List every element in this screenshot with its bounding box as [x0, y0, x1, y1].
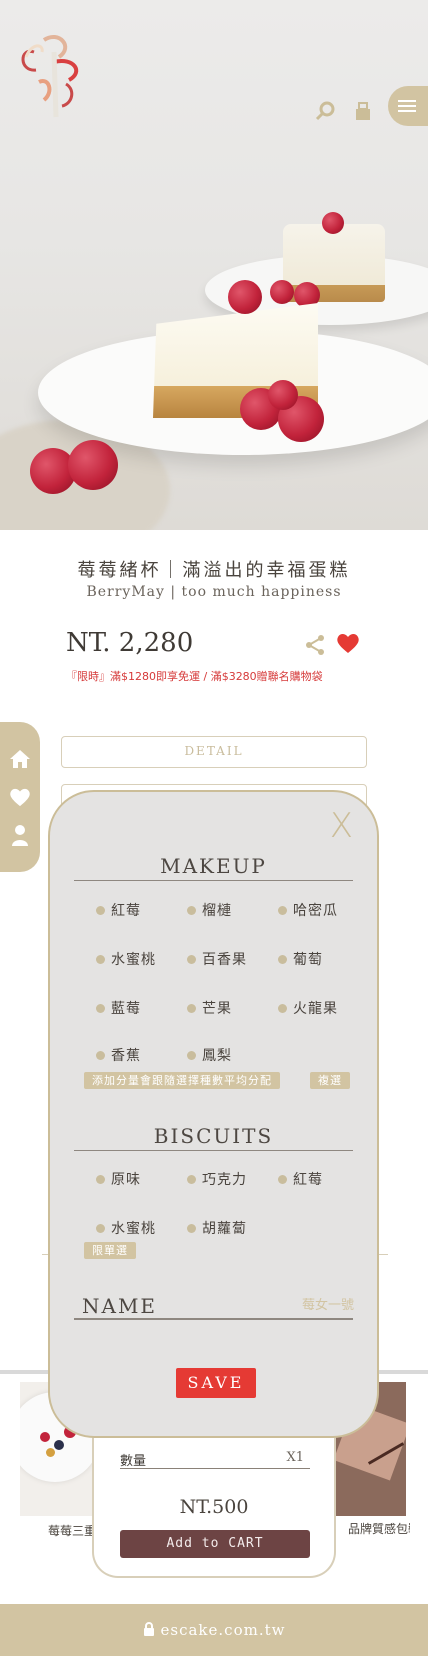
- radio-dot[interactable]: [278, 1174, 287, 1184]
- name-label: NAME: [82, 1294, 158, 1318]
- biscuit-option[interactable]: 水蜜桃: [96, 1218, 156, 1238]
- share-icon[interactable]: [304, 634, 326, 656]
- user-icon[interactable]: [9, 824, 31, 846]
- name-input[interactable]: [170, 1298, 354, 1313]
- name-underline: [74, 1318, 353, 1320]
- biscuit-option[interactable]: 胡蘿蔔: [187, 1218, 247, 1238]
- radio-dot[interactable]: [187, 954, 196, 964]
- raspberry: [322, 212, 344, 234]
- hamburger-menu-icon[interactable]: [388, 86, 428, 126]
- quantity-underline: [120, 1468, 310, 1469]
- radio-dot[interactable]: [96, 1174, 105, 1184]
- radio-dot[interactable]: [96, 1003, 105, 1013]
- quantity-label: 數量: [120, 1454, 147, 1469]
- radio-dot[interactable]: [96, 905, 105, 915]
- raspberry: [268, 380, 298, 410]
- makeup-option[interactable]: 哈密瓜: [278, 900, 338, 920]
- radio-dot[interactable]: [278, 905, 287, 915]
- makeup-option[interactable]: 香蕉: [96, 1045, 141, 1065]
- related-product-label[interactable]: 品牌質感包裝: [348, 1520, 410, 1537]
- detail-button[interactable]: DETAIL: [61, 736, 367, 768]
- raspberry: [270, 280, 294, 304]
- biscuit-option[interactable]: 巧克力: [187, 1169, 247, 1189]
- related-product-label[interactable]: 莓莓三重奏: [48, 1522, 92, 1539]
- product-title-zh: 莓莓緒杯｜滿溢出的幸福蛋糕: [77, 560, 351, 581]
- biscuit-option[interactable]: 原味: [96, 1169, 141, 1189]
- footer: escake.com.tw: [0, 1604, 428, 1656]
- save-button[interactable]: SAVE: [176, 1368, 256, 1398]
- radio-dot[interactable]: [187, 1174, 196, 1184]
- radio-dot[interactable]: [96, 1223, 105, 1233]
- makeup-option[interactable]: 水蜜桃: [96, 949, 156, 969]
- single-select-badge: 限單選: [84, 1242, 136, 1259]
- footer-url[interactable]: escake.com.tw: [161, 1621, 286, 1639]
- makeup-option[interactable]: 鳳梨: [187, 1045, 232, 1065]
- radio-dot[interactable]: [187, 1003, 196, 1013]
- radio-dot[interactable]: [96, 1050, 105, 1060]
- radio-dot[interactable]: [187, 905, 196, 915]
- multi-select-badge: 複選: [310, 1072, 350, 1089]
- makeup-option[interactable]: 藍莓: [96, 998, 141, 1018]
- makeup-option[interactable]: 芒果: [187, 998, 232, 1018]
- promo-text: 『限時』滿$1280即享免運 / 滿$3280贈聯名購物袋: [66, 670, 323, 683]
- makeup-note-badge: 添加分量會跟隨選擇種數平均分配: [84, 1072, 280, 1089]
- quantity-value[interactable]: X1: [286, 1450, 304, 1465]
- makeup-option[interactable]: 火龍果: [278, 998, 338, 1018]
- makeup-option[interactable]: 紅莓: [96, 900, 141, 920]
- makeup-option[interactable]: 榴槤: [187, 900, 232, 920]
- favorite-heart-icon[interactable]: [336, 632, 360, 654]
- raspberry: [68, 440, 118, 490]
- product-price: NT. 2,280: [66, 628, 194, 658]
- cart-price: NT.500: [179, 1496, 249, 1518]
- cart-icon[interactable]: [352, 100, 374, 122]
- add-to-cart-button[interactable]: Add to CART: [120, 1530, 310, 1558]
- radio-dot[interactable]: [278, 954, 287, 964]
- radio-dot[interactable]: [187, 1223, 196, 1233]
- lock-icon: [143, 1621, 155, 1640]
- radio-dot[interactable]: [278, 1003, 287, 1013]
- close-button[interactable]: X: [330, 806, 353, 846]
- raspberry: [228, 280, 262, 314]
- makeup-option[interactable]: 葡萄: [278, 949, 323, 969]
- makeup-option[interactable]: 百香果: [187, 949, 247, 969]
- biscuit-option[interactable]: 紅莓: [278, 1169, 323, 1189]
- home-icon[interactable]: [9, 748, 31, 770]
- search-icon[interactable]: [314, 100, 336, 122]
- escake-logo-icon[interactable]: [14, 22, 94, 122]
- customize-modal: X MAKEUP 紅莓 榴槤 哈密瓜 水蜜桃 百香果 葡萄 藍莓 芒果 火龍果 …: [48, 790, 379, 1438]
- heart-icon[interactable]: [9, 786, 31, 808]
- radio-dot[interactable]: [187, 1050, 196, 1060]
- radio-dot[interactable]: [96, 954, 105, 964]
- makeup-section-title: MAKEUP: [74, 854, 353, 881]
- product-title-en: BerryMay | too much happiness: [86, 584, 342, 600]
- divider: [378, 1254, 388, 1255]
- biscuits-section-title: BISCUITS: [74, 1124, 353, 1151]
- side-nav: [0, 722, 40, 872]
